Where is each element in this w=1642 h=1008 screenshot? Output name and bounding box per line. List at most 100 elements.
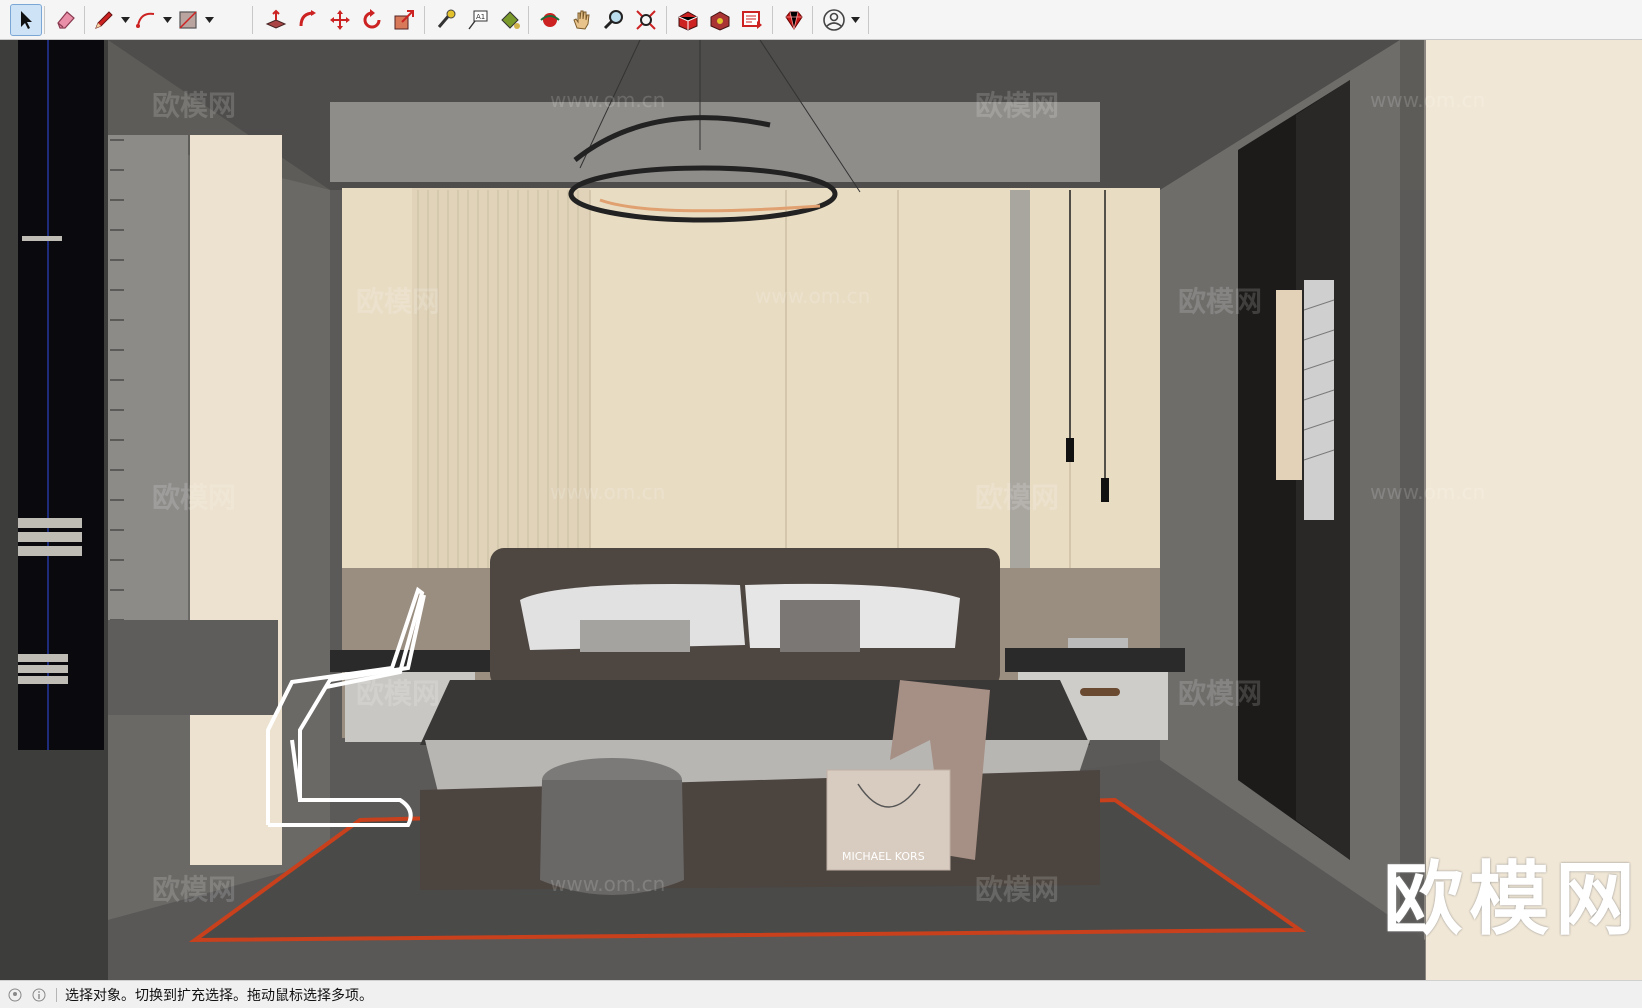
drawer-handle (1080, 688, 1120, 696)
chevron-down-icon (204, 17, 214, 23)
watermark: 欧模网 (152, 481, 237, 514)
books-on-nightstand (1068, 638, 1128, 648)
3d-viewport[interactable]: 欧模网 www.om.cn 欧模网 www.om.cn 欧模网 www.om.c… (0, 40, 1642, 980)
watermark: 欧模网 (1178, 285, 1263, 318)
fluted-panel (412, 188, 590, 608)
watermark: 欧模网 (356, 677, 441, 710)
toolbar-group-warehouse (672, 3, 768, 37)
toolbar-separator (666, 6, 667, 34)
plaid-pillow (580, 620, 690, 652)
toolbar-group-eraser (50, 3, 82, 37)
account-dropdown[interactable] (850, 4, 860, 36)
info-icon (32, 988, 46, 1001)
follow-me-tool-button[interactable] (292, 4, 324, 36)
orbit-tool-button[interactable] (534, 4, 566, 36)
toolbar-group-ruby (778, 3, 810, 37)
ruby-icon (785, 11, 803, 30)
geolocation-button[interactable] (6, 986, 24, 1004)
chevron-down-icon (120, 17, 130, 23)
pan-tool-button[interactable] (566, 4, 598, 36)
rectangle-tool-dropdown[interactable] (204, 4, 214, 36)
select-tool-button[interactable] (10, 4, 42, 36)
toolbar-group-account (818, 3, 860, 37)
watermark-url: www.om.cn (755, 284, 871, 308)
warehouse-icon (678, 11, 698, 31)
watermark: 欧模网 (1178, 677, 1263, 710)
watermark-url: www.om.cn (550, 872, 666, 896)
zoom-extents-tool-button[interactable] (630, 4, 662, 36)
extension-warehouse-button[interactable] (704, 4, 736, 36)
watermark-url: www.om.cn (1370, 480, 1486, 504)
rectangle-icon (179, 11, 197, 29)
cushion (780, 600, 860, 652)
toolbar-group-camera (534, 3, 662, 37)
magnifier-icon (603, 10, 623, 30)
zoom-extents-icon (636, 10, 656, 30)
svg-text:A1: A1 (476, 13, 485, 21)
chevron-down-icon (162, 17, 172, 23)
rotate-icon (363, 9, 381, 29)
watermark: 欧模网 (152, 873, 237, 906)
text-label-icon: A1 (468, 10, 488, 30)
hand-icon (573, 10, 590, 30)
status-divider (56, 987, 57, 1002)
line-tool-button[interactable] (88, 4, 120, 36)
toolbar-separator (812, 6, 813, 34)
arc-tool-dropdown[interactable] (162, 4, 172, 36)
toolbar-separator (868, 6, 869, 34)
arc-tool-button[interactable] (130, 4, 162, 36)
status-message: 选择对象。切换到扩充选择。拖动鼠标选择多项。 (65, 987, 373, 1004)
watermark-url: www.om.cn (1370, 88, 1486, 112)
tape-measure-tool-button[interactable] (430, 4, 462, 36)
push-pull-tool-button[interactable] (260, 4, 292, 36)
follow-me-icon (299, 10, 316, 27)
watermark: 欧模网 (975, 481, 1060, 514)
watermark: 欧模网 (975, 873, 1060, 906)
layout-button[interactable] (736, 4, 768, 36)
watermark: 欧模网 (975, 89, 1060, 122)
toolbar-group-construct: A1 (430, 3, 526, 37)
toolbar-separator (44, 6, 45, 34)
left-cabinet (108, 135, 188, 655)
watermark-url: www.om.cn (550, 480, 666, 504)
chevron-down-icon (850, 17, 860, 23)
toolbar-separator (252, 6, 253, 34)
extension-warehouse-icon (710, 11, 730, 31)
3d-warehouse-button[interactable] (672, 4, 704, 36)
pencil-icon (95, 11, 113, 29)
zoom-tool-button[interactable] (598, 4, 630, 36)
line-tool-dropdown[interactable] (120, 4, 130, 36)
paint-bucket-tool-button[interactable] (494, 4, 526, 36)
scale-tool-button[interactable] (388, 4, 420, 36)
eraser-icon (57, 11, 75, 29)
arc-icon (136, 12, 155, 28)
right-nightstand-top (1005, 648, 1185, 672)
tape-measure-icon (437, 9, 456, 28)
rectangle-tool-button[interactable] (172, 4, 204, 36)
watermark: 欧模网 (152, 89, 237, 122)
credits-button[interactable] (30, 986, 48, 1004)
watermark-brand: 欧模网 (1383, 853, 1641, 946)
toolbar-group-edit (260, 3, 420, 37)
orbit-icon (540, 13, 560, 27)
arrow-cursor-icon (21, 11, 32, 29)
account-button[interactable] (818, 4, 850, 36)
main-toolbar: A1 (0, 0, 1642, 40)
left-shelving (18, 40, 104, 750)
toolbar-group-select (10, 3, 42, 37)
bed-throw (420, 680, 1090, 745)
paint-bucket-icon (501, 11, 520, 29)
toolbar-separator (772, 6, 773, 34)
ruby-console-button[interactable] (778, 4, 810, 36)
move-tool-button[interactable] (324, 4, 356, 36)
push-pull-icon (265, 9, 287, 29)
toolbar-group-draw (88, 3, 214, 37)
status-bar: 选择对象。切换到扩充选择。拖动鼠标选择多项。 (0, 980, 1642, 1008)
move-icon (330, 10, 350, 30)
scale-icon (394, 10, 414, 30)
rotate-tool-button[interactable] (356, 4, 388, 36)
toolbar-separator (528, 6, 529, 34)
text-tool-button[interactable]: A1 (462, 4, 494, 36)
watermark: 欧模网 (356, 285, 441, 318)
eraser-tool-button[interactable] (50, 4, 82, 36)
